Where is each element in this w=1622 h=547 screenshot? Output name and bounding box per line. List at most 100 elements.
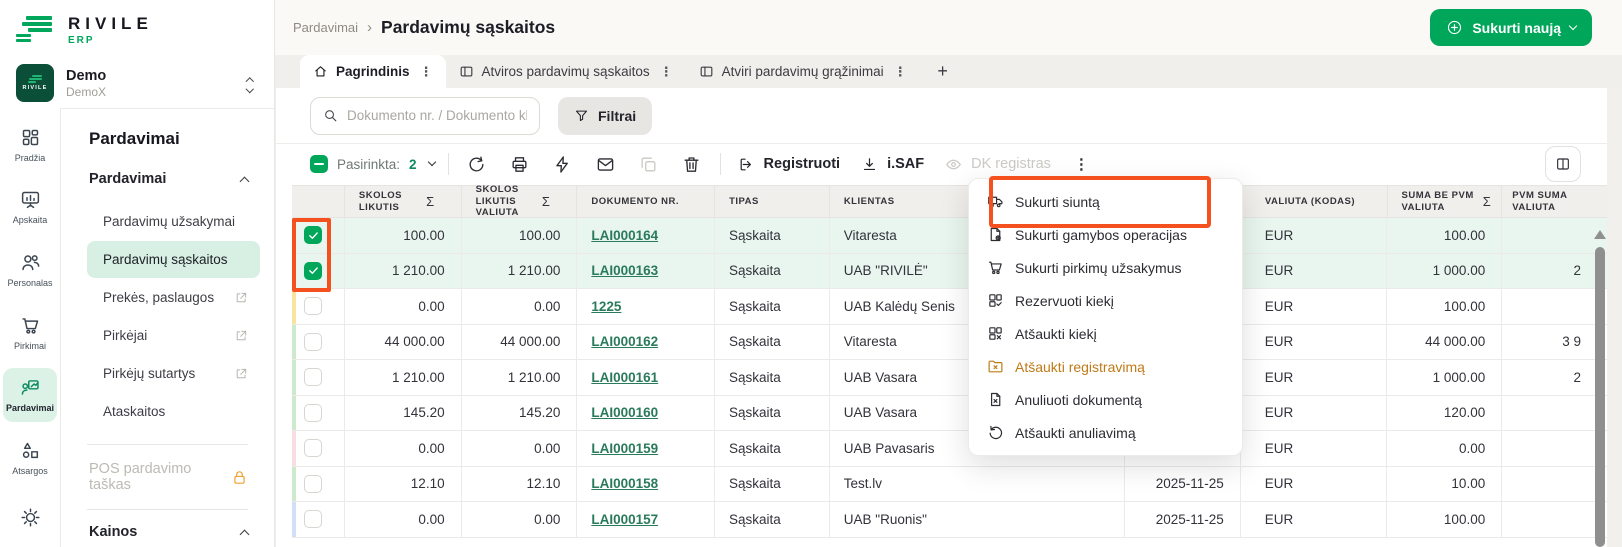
sum-icon[interactable]: Σ — [1483, 194, 1492, 210]
column-settings-button[interactable] — [1545, 146, 1581, 182]
table-row[interactable]: 0.00 0.00 LAI000157 Sąskaita UAB "Ruonis… — [292, 502, 1607, 538]
document-link[interactable]: LAI000162 — [591, 334, 658, 349]
page-title: Pardavimų sąskaitos — [381, 17, 555, 38]
document-link[interactable]: LAI000161 — [591, 370, 658, 385]
tab-menu-icon[interactable]: ⋮ — [892, 64, 907, 80]
table-row[interactable]: 0.00 0.00 LAI000159 Sąskaita UAB Pavasar… — [292, 431, 1607, 467]
nav-rail-item[interactable]: Personalas — [3, 243, 57, 297]
submenu-group-label: Kainos — [89, 524, 137, 540]
row-checkbox[interactable] — [304, 333, 322, 351]
cell-suma-be-pvm: 0.00 — [1387, 431, 1502, 466]
tab-menu-icon[interactable]: ⋮ — [658, 64, 673, 80]
nav-rail-icon — [20, 315, 41, 336]
refresh-button[interactable] — [462, 149, 492, 179]
document-link[interactable]: 1225 — [591, 299, 621, 314]
scroll-up-arrow-icon[interactable] — [1594, 230, 1606, 239]
breadcrumb-parent[interactable]: Pardavimai — [293, 20, 358, 35]
cell-valiuta: EUR — [1241, 218, 1388, 253]
table-row[interactable]: 1 210.00 1 210.00 LAI000161 Sąskaita UAB… — [292, 360, 1607, 396]
table-row[interactable]: 100.00 100.00 LAI000164 Sąskaita Vitares… — [292, 218, 1607, 254]
search-input[interactable] — [347, 108, 527, 123]
tab-atviros-pardavimu-saskaitos[interactable]: Atviros pardavimų sąskaitos ⋮ — [446, 55, 686, 88]
vertical-scrollbar[interactable] — [1593, 222, 1607, 547]
menu-item-icon — [987, 325, 1004, 342]
print-button[interactable] — [505, 149, 535, 179]
cell-skolos-likutis: 100.00 — [345, 218, 462, 253]
table-row[interactable]: 145.20 145.20 LAI000160 Sąskaita UAB Vas… — [292, 396, 1607, 432]
document-link[interactable]: LAI000157 — [591, 512, 658, 527]
tab-menu-icon[interactable]: ⋮ — [418, 64, 433, 80]
document-link[interactable]: LAI000159 — [591, 441, 658, 456]
row-checkbox[interactable] — [304, 404, 322, 422]
email-button[interactable] — [591, 149, 621, 179]
add-tab-button[interactable]: + — [920, 55, 966, 88]
row-checkbox[interactable] — [304, 439, 322, 457]
document-link[interactable]: LAI000163 — [591, 263, 658, 278]
header-dokumento-nr[interactable]: DOKUMENTO NR. — [577, 186, 715, 217]
header-skolos-likutis[interactable]: SKOLOS LIKUTISΣ — [345, 186, 462, 217]
search-box[interactable] — [310, 97, 540, 135]
document-link[interactable]: LAI000158 — [591, 476, 658, 491]
row-checkbox[interactable] — [304, 226, 322, 244]
document-link[interactable]: LAI000164 — [591, 228, 658, 243]
register-button[interactable]: Registruoti — [734, 156, 845, 173]
sum-icon[interactable]: Σ — [426, 194, 435, 210]
submenu-item-ataskaitos[interactable]: Ataskaitos — [87, 393, 260, 430]
row-checkbox[interactable] — [304, 297, 322, 315]
sum-icon[interactable]: Σ — [542, 194, 551, 210]
filters-button[interactable]: Filtrai — [558, 97, 652, 135]
submenu-group-kainos[interactable]: Kainos — [75, 524, 260, 540]
submenu-item-prekes-paslaugos[interactable]: Prekės, paslaugos — [87, 279, 260, 316]
tab-pagrindinis[interactable]: Pagrindinis ⋮ — [300, 55, 446, 88]
nav-rail-item[interactable]: Apskaita — [3, 181, 57, 235]
header-valiuta-kodas[interactable]: VALIUTA (KODAS) — [1241, 186, 1388, 217]
submenu-item-pirkeju-sutartys[interactable]: Pirkėjų sutartys — [87, 355, 260, 392]
scrollbar-thumb[interactable] — [1595, 247, 1605, 547]
document-link[interactable]: LAI000160 — [591, 405, 658, 420]
context-menu-item[interactable]: Sukurti siuntą — [969, 185, 1242, 218]
create-new-button[interactable]: Sukurti naują — [1430, 9, 1592, 46]
nav-rail-item[interactable]: Pirkimai — [3, 306, 57, 360]
delete-button[interactable] — [677, 149, 707, 179]
company-selector[interactable]: RIVILE Demo DemoX — [0, 52, 274, 116]
header-tipas[interactable]: TIPAS — [715, 186, 830, 217]
table-row[interactable]: 44 000.00 44 000.00 LAI000162 Sąskaita V… — [292, 325, 1607, 361]
row-checkbox[interactable] — [304, 368, 322, 386]
nav-rail-item[interactable] — [3, 493, 57, 547]
context-menu-item[interactable]: Atšaukti registravimą — [969, 350, 1242, 383]
context-menu-item[interactable]: Sukurti gamybos operacijas — [969, 218, 1242, 251]
submenu-item-pardavimu-uzsakymai[interactable]: Pardavimų užsakymai — [87, 203, 260, 240]
view-tabs: Pagrindinis ⋮ Atviros pardavimų sąskaito… — [275, 55, 1622, 88]
table-row[interactable]: 12.10 12.10 LAI000158 Sąskaita Test.lv 2… — [292, 467, 1607, 503]
tab-atviri-pardavimu-grazinimai[interactable]: Atviri pardavimų grąžinimai ⋮ — [686, 55, 920, 88]
cell-valiuta: EUR — [1241, 360, 1388, 395]
isaf-button[interactable]: i.SAF — [857, 156, 928, 173]
context-menu-item[interactable]: Rezervuoti kiekį — [969, 284, 1242, 317]
more-actions-button[interactable]: ⋮ — [1068, 155, 1095, 173]
row-checkbox[interactable] — [304, 262, 322, 280]
table-row[interactable]: 0.00 0.00 1225 Sąskaita UAB Kalėdų Senis… — [292, 289, 1607, 325]
context-menu-item[interactable]: Sukurti pirkimų užsakymus — [969, 251, 1242, 284]
cell-skolos-likutis: 44 000.00 — [345, 325, 462, 360]
submenu-group-pardavimai[interactable]: Pardavimai — [75, 171, 260, 187]
submenu-item-pirkejai[interactable]: Pirkėjai — [87, 317, 260, 354]
context-menu-item[interactable]: Atšaukti anuliavimą — [969, 416, 1242, 449]
header-pvm-suma[interactable]: PVM SUMA VALIUTA — [1502, 186, 1607, 217]
nav-rail-item[interactable]: Atsargos — [3, 431, 57, 485]
selection-dropdown[interactable]: Pasirinkta: 2 — [310, 155, 435, 173]
row-checkbox[interactable] — [304, 475, 322, 493]
table-row[interactable]: 1 210.00 1 210.00 LAI000163 Sąskaita UAB… — [292, 254, 1607, 290]
select-all-checkbox[interactable] — [310, 155, 328, 173]
submenu-item-pardavimu-saskaitos[interactable]: Pardavimų sąskaitos — [87, 241, 260, 278]
context-menu-item[interactable]: Atšaukti kiekį — [969, 317, 1242, 350]
nav-rail-item[interactable]: Pardavimai — [3, 368, 57, 422]
submenu-item-pos-locked[interactable]: POS pardavimo taškas — [75, 459, 260, 495]
company-switch-icon[interactable] — [247, 75, 259, 91]
quick-action-button[interactable] — [548, 149, 578, 179]
header-suma-be-pvm[interactable]: SUMA BE PVM VALIUTAΣ — [1388, 186, 1503, 217]
nav-rail-icon — [20, 440, 41, 461]
row-checkbox[interactable] — [304, 510, 322, 528]
context-menu-item[interactable]: Anuliuoti dokumentą — [969, 383, 1242, 416]
header-skolos-likutis-valiuta[interactable]: SKOLOS LIKUTIS VALIUTAΣ — [462, 186, 578, 217]
nav-rail-item[interactable]: Pradžia — [3, 118, 57, 172]
